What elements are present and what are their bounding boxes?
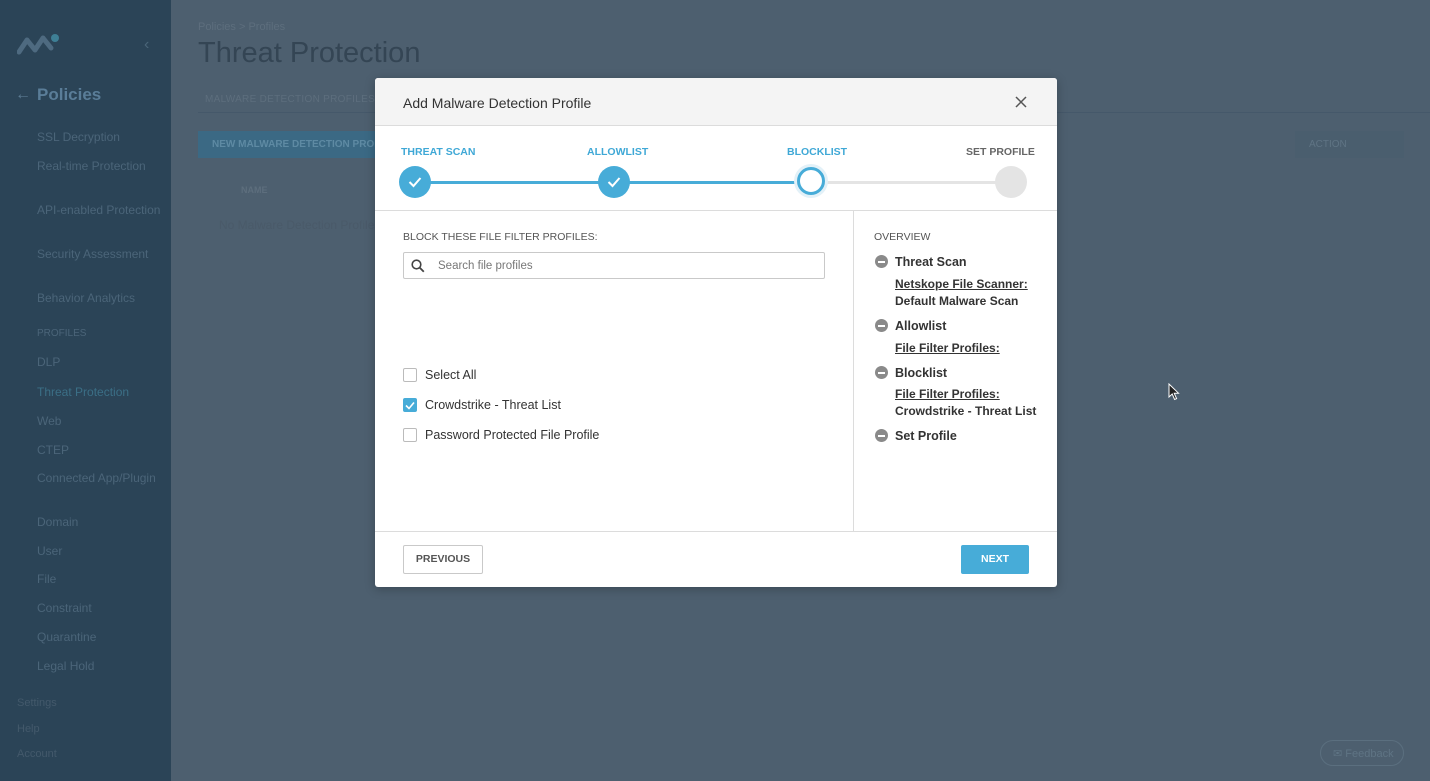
modal-title: Add Malware Detection Profile — [403, 95, 592, 111]
new-profile-button[interactable]: NEW MALWARE DETECTION PROFILE — [198, 131, 378, 158]
add-profile-modal: Add Malware Detection Profile THREAT SCA… — [375, 78, 1057, 587]
minus-circle-icon — [875, 366, 888, 379]
progress-track-remaining — [813, 181, 1011, 184]
wizard-stepper: THREAT SCAN ALLOWLIST BLOCKLIST SET PROF… — [375, 126, 1057, 211]
option-label: Crowdstrike - Threat List — [425, 398, 561, 412]
minus-circle-icon — [875, 255, 888, 268]
checkbox-crowdstrike[interactable] — [403, 398, 417, 412]
option-label: Password Protected File Profile — [425, 428, 600, 442]
check-icon — [405, 401, 415, 410]
search-box[interactable] — [403, 252, 825, 279]
overview-threat-scan-heading: Threat Scan — [895, 255, 967, 269]
collapse-icon[interactable]: ‹ — [144, 36, 149, 54]
sidebar-item-ctep[interactable]: CTEP — [37, 443, 162, 458]
option-select-all[interactable]: Select All — [403, 366, 476, 384]
search-icon — [411, 259, 425, 273]
checkbox-password-protected[interactable] — [403, 428, 417, 442]
step-dot-allowlist[interactable] — [598, 166, 630, 198]
sidebar-item-behavior-analytics[interactable]: Behavior Analytics — [37, 291, 162, 306]
mail-icon: ✉ — [1333, 748, 1343, 760]
sidebar-title: Policies — [37, 85, 102, 104]
check-icon — [607, 177, 621, 188]
sidebar-item-file[interactable]: File — [37, 572, 162, 587]
next-button[interactable]: NEXT — [961, 545, 1029, 574]
feedback-label: Feedback — [1345, 748, 1394, 760]
mouse-cursor-icon — [1168, 383, 1180, 401]
minus-circle-icon — [875, 429, 888, 442]
checkbox-select-all[interactable] — [403, 368, 417, 382]
search-input[interactable] — [438, 257, 818, 275]
option-crowdstrike-threat-list[interactable]: Crowdstrike - Threat List — [403, 396, 561, 414]
modal-header: Add Malware Detection Profile — [375, 78, 1057, 126]
breadcrumb[interactable]: Policies > Profiles — [198, 21, 285, 33]
sidebar-help[interactable]: Help — [17, 723, 40, 735]
step-label-set-profile[interactable]: SET PROFILE — [966, 146, 1035, 158]
sidebar-item-legal-hold[interactable]: Legal Hold — [37, 659, 162, 674]
column-header-name[interactable]: NAME — [241, 185, 268, 195]
sidebar-item-connected-app[interactable]: Connected App/Plugin — [37, 471, 162, 486]
sidebar-section-profiles: PROFILES — [37, 328, 87, 339]
blocklist-panel: BLOCK THESE FILE FILTER PROFILES: Select… — [375, 211, 853, 531]
sidebar-item-web[interactable]: Web — [37, 414, 162, 429]
sidebar-item-ssl-decryption[interactable]: SSL Decryption — [37, 130, 162, 145]
step-dot-threat-scan[interactable] — [399, 166, 431, 198]
sidebar-account[interactable]: Account — [17, 748, 57, 760]
modal-footer: PREVIOUS NEXT — [375, 531, 1057, 587]
overview-blocklist-value: Crowdstrike - Threat List — [895, 404, 1037, 418]
back-arrow-icon[interactable]: ← — [15, 86, 31, 104]
overview-blocklist-heading: Blocklist — [895, 366, 948, 380]
sidebar-item-real-time-protection[interactable]: Real-time Protection — [37, 159, 162, 174]
sidebar: ‹ ← Policies SSL Decryption Real-time Pr… — [0, 0, 171, 781]
step-label-threat-scan[interactable]: THREAT SCAN — [401, 146, 475, 158]
sidebar-item-domain[interactable]: Domain — [37, 515, 162, 530]
page-title: Threat Protection — [198, 37, 421, 69]
step-label-blocklist[interactable]: BLOCKLIST — [787, 146, 847, 158]
option-password-protected[interactable]: Password Protected File Profile — [403, 426, 599, 444]
feedback-button[interactable]: ✉ Feedback — [1320, 740, 1404, 766]
overview-panel: OVERVIEW Threat Scan Netskope File Scann… — [853, 211, 1057, 531]
overview-allowlist-heading: Allowlist — [895, 319, 947, 333]
previous-button[interactable]: PREVIOUS — [403, 545, 483, 574]
empty-state-text: No Malware Detection Profiles — [219, 218, 381, 232]
overview-title: OVERVIEW — [874, 231, 931, 243]
tab-malware-detection-profiles[interactable]: MALWARE DETECTION PROFILES — [205, 94, 375, 105]
overview-set-profile-heading: Set Profile — [895, 429, 957, 443]
overview-blocklist-link[interactable]: File Filter Profiles: — [895, 387, 1000, 401]
check-icon — [408, 177, 422, 188]
close-icon[interactable] — [1013, 94, 1029, 110]
option-label: Select All — [425, 368, 477, 382]
step-label-allowlist[interactable]: ALLOWLIST — [587, 146, 648, 158]
overview-allowlist-link[interactable]: File Filter Profiles: — [895, 341, 1000, 355]
sidebar-item-user[interactable]: User — [37, 544, 162, 559]
action-button[interactable]: ACTION — [1295, 131, 1404, 158]
step-dot-set-profile[interactable] — [995, 166, 1027, 198]
sidebar-item-security-assessment[interactable]: Security Assessment — [37, 247, 162, 262]
sidebar-item-constraint[interactable]: Constraint — [37, 601, 162, 616]
overview-threat-scan-value: Default Malware Scan — [895, 294, 1019, 308]
overview-threat-scan-link[interactable]: Netskope File Scanner: — [895, 277, 1028, 291]
step-dot-blocklist[interactable] — [797, 167, 825, 195]
sidebar-item-dlp[interactable]: DLP — [37, 355, 162, 370]
minus-circle-icon — [875, 319, 888, 332]
section-label: BLOCK THESE FILE FILTER PROFILES: — [403, 231, 598, 243]
sidebar-item-api-enabled-protection[interactable]: API-enabled Protection — [37, 203, 162, 218]
netskope-logo-icon[interactable] — [17, 32, 61, 56]
sidebar-item-threat-protection[interactable]: Threat Protection — [37, 385, 162, 400]
sidebar-item-quarantine[interactable]: Quarantine — [37, 630, 162, 645]
sidebar-settings[interactable]: Settings — [17, 697, 57, 709]
